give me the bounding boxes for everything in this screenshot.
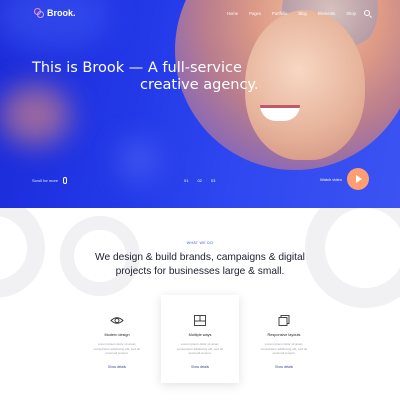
pager-item[interactable]: 01 <box>184 178 188 183</box>
nav-item-elements[interactable]: Elements <box>318 11 335 16</box>
card-title: Responsive layouts <box>267 333 301 337</box>
layout-icon <box>194 315 206 326</box>
heading-line-2: projects for businesses large & small. <box>115 265 285 277</box>
copy-icon <box>278 315 290 326</box>
slide-pager: 01 02 03 <box>184 178 215 183</box>
show-details-link[interactable]: Show details <box>245 365 323 369</box>
scroll-label: Scroll for more <box>32 178 59 183</box>
section-eyebrow: WHAT WE DO <box>186 241 214 245</box>
main-menu: Home Pages Portfolio Blog Elements Shop <box>227 11 356 16</box>
watch-video-label[interactable]: Watch video <box>320 177 342 182</box>
nav-item-shop[interactable]: Shop <box>346 11 356 16</box>
hero-section: Brook. Home Pages Portfolio Blog Element… <box>0 0 400 208</box>
nav-item-home[interactable]: Home <box>227 11 238 16</box>
nav-item-pages[interactable]: Pages <box>249 11 261 16</box>
service-card[interactable]: Multiple ways Lorem ipsum dolor sit amet… <box>161 295 239 383</box>
card-desc: Lorem ipsum dolor sit amet, consectetur … <box>260 342 308 356</box>
card-desc: Lorem ipsum dolor sit amet, consectetur … <box>176 342 224 356</box>
hero-line-1: This is Brook — A full-service <box>32 60 242 76</box>
show-details-link[interactable]: Show details <box>78 365 156 369</box>
card-desc: Lorem ipsum dolor sit amet, consectetur … <box>93 342 141 356</box>
search-icon[interactable] <box>364 10 370 16</box>
play-icon[interactable] <box>347 168 369 190</box>
pager-item[interactable]: 03 <box>211 178 215 183</box>
top-nav: Brook. Home Pages Portfolio Blog Element… <box>0 0 400 28</box>
heading-line-1: We design & build brands, campaigns & di… <box>95 252 305 263</box>
logo-text: Brook. <box>47 8 76 18</box>
logo-icon <box>34 8 44 18</box>
hero-line-2: creative agency. <box>140 77 259 93</box>
nav-item-portfolio[interactable]: Portfolio <box>272 11 287 16</box>
card-title: Multiple ways <box>188 333 212 337</box>
mouse-icon <box>63 177 68 184</box>
section-heading: We design & build brands, campaigns & di… <box>0 251 400 278</box>
pager-item[interactable]: 02 <box>197 178 201 183</box>
decor-blob <box>0 85 70 145</box>
scroll-indicator[interactable]: Scroll for more <box>32 177 68 184</box>
decor-blob <box>118 140 158 180</box>
service-card[interactable]: Modern design Lorem ipsum dolor sit amet… <box>78 295 156 383</box>
hero-headline: This is Brook — A full-service creative … <box>32 60 259 94</box>
logo[interactable]: Brook. <box>34 8 76 18</box>
eye-icon <box>110 317 124 324</box>
service-card[interactable]: Responsive layouts Lorem ipsum dolor sit… <box>245 295 323 383</box>
show-details-link[interactable]: Show details <box>161 365 239 369</box>
card-title: Modern design <box>104 333 130 337</box>
nav-item-blog[interactable]: Blog <box>298 11 306 16</box>
